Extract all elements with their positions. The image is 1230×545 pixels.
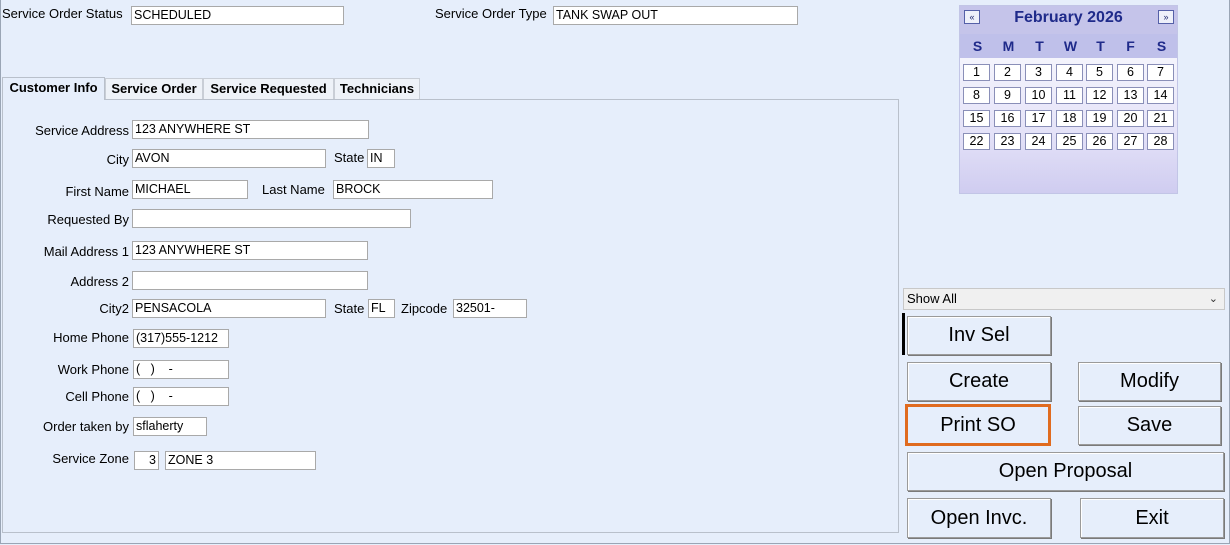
calendar-day[interactable]: 1 xyxy=(963,64,990,81)
address-2-field[interactable] xyxy=(132,271,368,290)
calendar-day[interactable]: 25 xyxy=(1056,133,1083,150)
show-filter-value: Show All xyxy=(907,291,957,306)
last-name-field[interactable]: BROCK xyxy=(333,180,493,199)
requested-by-label: Requested By xyxy=(47,212,129,227)
state-field[interactable]: IN xyxy=(367,149,395,168)
calendar-day[interactable]: 24 xyxy=(1025,133,1052,150)
modify-button[interactable]: Modify xyxy=(1078,362,1221,401)
weekday-label: M xyxy=(1002,38,1015,54)
next-month-icon[interactable]: » xyxy=(1158,10,1174,24)
mail-address-1-label: Mail Address 1 xyxy=(43,244,129,259)
weekday-label: S xyxy=(972,38,983,54)
city2-field[interactable]: PENSACOLA xyxy=(132,299,326,318)
service-order-status-label: Service Order Status xyxy=(2,6,123,21)
order-taken-by-label: Order taken by xyxy=(43,419,129,434)
address-2-label: Address 2 xyxy=(70,274,129,289)
service-order-type-field[interactable]: TANK SWAP OUT xyxy=(553,6,798,25)
calendar-day[interactable]: 5 xyxy=(1086,64,1113,81)
chevron-down-icon: ⌄ xyxy=(1208,293,1218,305)
city-field[interactable]: AVON xyxy=(132,149,326,168)
service-address-label: Service Address xyxy=(35,123,129,138)
first-name-field[interactable]: MICHAEL xyxy=(132,180,248,199)
show-filter-select[interactable]: Show All ⌄ xyxy=(903,288,1225,310)
service-address-field[interactable]: 123 ANYWHERE ST xyxy=(132,120,369,139)
tab-technicians[interactable]: Technicians xyxy=(334,78,420,99)
calendar-day[interactable]: 12 xyxy=(1086,87,1113,104)
calendar-day[interactable]: 8 xyxy=(963,87,990,104)
state2-label: State xyxy=(334,301,365,316)
weekday-label: T xyxy=(1096,38,1105,54)
order-taken-by-field[interactable]: sflaherty xyxy=(133,417,207,436)
inv-sel-indicator xyxy=(902,313,905,355)
calendar-day[interactable]: 2 xyxy=(994,64,1021,81)
save-button[interactable]: Save xyxy=(1078,406,1221,445)
calendar-day[interactable]: 4 xyxy=(1056,64,1083,81)
calendar-day[interactable]: 14 xyxy=(1147,87,1174,104)
calendar-day[interactable]: 28 xyxy=(1147,133,1174,150)
tab-customer-info[interactable]: Customer Info xyxy=(2,77,105,100)
calendar-day[interactable]: 19 xyxy=(1086,110,1113,127)
calendar-day[interactable]: 18 xyxy=(1056,110,1083,127)
print-so-button[interactable]: Print SO xyxy=(905,404,1051,446)
weekday-label: F xyxy=(1126,38,1135,54)
open-invc-button[interactable]: Open Invc. xyxy=(907,498,1051,538)
calendar-day[interactable]: 27 xyxy=(1117,133,1144,150)
zipcode-field[interactable]: 32501- xyxy=(453,299,527,318)
calendar-day[interactable]: 17 xyxy=(1025,110,1052,127)
work-phone-field[interactable]: ( ) - xyxy=(133,360,229,379)
cell-phone-label: Cell Phone xyxy=(65,389,129,404)
calendar-grid: 1 2 3 4 5 6 7 8 9 10 11 12 13 14 15 16 1… xyxy=(960,58,1177,193)
state-label: State xyxy=(334,150,365,165)
last-name-label: Last Name xyxy=(262,182,325,197)
calendar-day[interactable]: 20 xyxy=(1117,110,1144,127)
service-order-type-label: Service Order Type xyxy=(435,6,547,21)
home-phone-field[interactable]: (317)555-1212 xyxy=(133,329,229,348)
service-zone-label: Service Zone xyxy=(52,451,129,466)
mail-address-1-field[interactable]: 123 ANYWHERE ST xyxy=(132,241,368,260)
requested-by-field[interactable] xyxy=(132,209,411,228)
weekday-label: T xyxy=(1035,38,1044,54)
calendar-day[interactable]: 7 xyxy=(1147,64,1174,81)
city2-label: City2 xyxy=(99,301,129,316)
calendar-day[interactable]: 13 xyxy=(1117,87,1144,104)
inv-sel-button[interactable]: Inv Sel xyxy=(907,316,1051,355)
calendar: « February 2026 » S M T W T F S 1 2 3 4 … xyxy=(959,5,1178,194)
zipcode-label: Zipcode xyxy=(401,301,448,316)
tab-service-order[interactable]: Service Order xyxy=(105,78,203,99)
calendar-day[interactable]: 15 xyxy=(963,110,990,127)
state2-field[interactable]: FL xyxy=(368,299,395,318)
calendar-day[interactable]: 16 xyxy=(994,110,1021,127)
service-zone-name-field[interactable]: ZONE 3 xyxy=(165,451,316,470)
exit-button[interactable]: Exit xyxy=(1080,498,1224,538)
home-phone-label: Home Phone xyxy=(53,330,129,345)
first-name-label: First Name xyxy=(65,184,129,199)
open-proposal-button[interactable]: Open Proposal xyxy=(907,452,1224,491)
calendar-day[interactable]: 3 xyxy=(1025,64,1052,81)
cell-phone-field[interactable]: ( ) - xyxy=(133,387,229,406)
work-phone-label: Work Phone xyxy=(57,362,129,377)
calendar-day[interactable]: 10 xyxy=(1025,87,1052,104)
calendar-day[interactable]: 11 xyxy=(1056,87,1083,104)
service-order-status-field[interactable]: SCHEDULED xyxy=(131,6,344,25)
calendar-day[interactable]: 23 xyxy=(994,133,1021,150)
calendar-month-title: February 2026 xyxy=(1014,9,1123,26)
weekday-label: S xyxy=(1156,38,1167,54)
calendar-day[interactable]: 21 xyxy=(1147,110,1174,127)
city-label: City xyxy=(106,152,129,167)
create-button[interactable]: Create xyxy=(907,362,1051,401)
calendar-day[interactable]: 22 xyxy=(963,133,990,150)
calendar-day[interactable]: 9 xyxy=(994,87,1021,104)
weekday-label: W xyxy=(1063,38,1078,54)
calendar-day[interactable]: 6 xyxy=(1117,64,1144,81)
tab-service-requested[interactable]: Service Requested xyxy=(203,78,334,99)
calendar-day[interactable]: 26 xyxy=(1086,133,1113,150)
service-zone-number-field[interactable]: 3 xyxy=(134,451,159,470)
